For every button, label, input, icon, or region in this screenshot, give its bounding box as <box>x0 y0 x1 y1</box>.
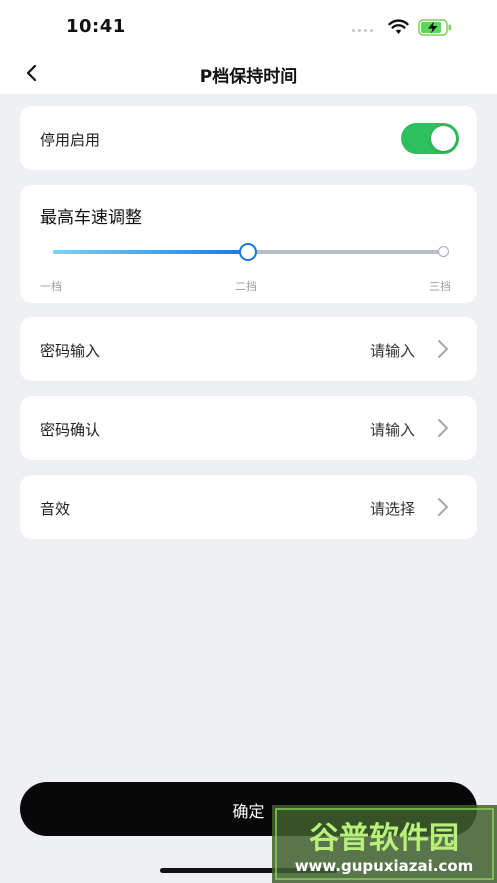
svg-text:www.gupuxiazai.com: www.gupuxiazai.com <box>295 857 474 875</box>
toggle-knob <box>431 126 456 151</box>
battery-charging-icon <box>418 19 451 36</box>
speed-slider-title: 最高车速调整 <box>40 208 142 228</box>
tick-label-gear-2: 二挡 <box>235 280 257 293</box>
password-confirm-row[interactable]: 密码确认 请输入 <box>20 396 477 460</box>
speed-slider-end-dot <box>438 246 449 257</box>
wifi-icon <box>388 19 409 34</box>
password-confirm-placeholder: 请输入 <box>369 421 415 439</box>
svg-text:谷普软件园: 谷普软件园 <box>309 821 459 856</box>
page-title: P档保持时间 <box>199 67 298 87</box>
sound-effect-placeholder: 请选择 <box>369 500 415 518</box>
password-input-placeholder: 请输入 <box>369 342 415 360</box>
chevron-right-icon <box>438 340 448 358</box>
enable-toggle-switch[interactable] <box>401 123 459 154</box>
enable-toggle-card: 停用启用 <box>20 106 477 170</box>
speed-slider-track[interactable] <box>53 243 449 261</box>
password-input-label: 密码输入 <box>40 342 101 360</box>
status-time: 10:41 <box>66 16 126 37</box>
settings-content: 停用启用 最高车速调整 一档 二挡 三挡 密码输入 请输入 密码确认 请输入 音… <box>0 94 497 883</box>
enable-toggle-label: 停用启用 <box>40 131 101 149</box>
chevron-right-icon <box>438 498 448 516</box>
status-bar: 10:41 <box>0 0 497 56</box>
app-screen: 10:41 P档保持时间 停用启用 最高车速调整 一档 二挡 三挡 密码输入 请… <box>0 0 497 883</box>
tick-label-gear-1: 一档 <box>40 280 62 293</box>
speed-slider-card: 最高车速调整 一档 二挡 三挡 <box>20 185 477 303</box>
password-confirm-label: 密码确认 <box>40 421 101 439</box>
chevron-right-icon <box>438 419 448 437</box>
speed-slider-thumb[interactable] <box>239 243 257 261</box>
password-input-row[interactable]: 密码输入 请输入 <box>20 317 477 381</box>
cellular-signal-icon <box>352 29 373 32</box>
watermark-logo: 谷普软件园 www.gupuxiazai.com <box>272 805 497 883</box>
sound-effect-row[interactable]: 音效 请选择 <box>20 475 477 539</box>
tick-label-gear-3: 三挡 <box>429 280 451 293</box>
speed-slider-fill <box>53 250 248 254</box>
sound-effect-label: 音效 <box>40 500 71 518</box>
navigation-bar: P档保持时间 <box>0 56 497 94</box>
